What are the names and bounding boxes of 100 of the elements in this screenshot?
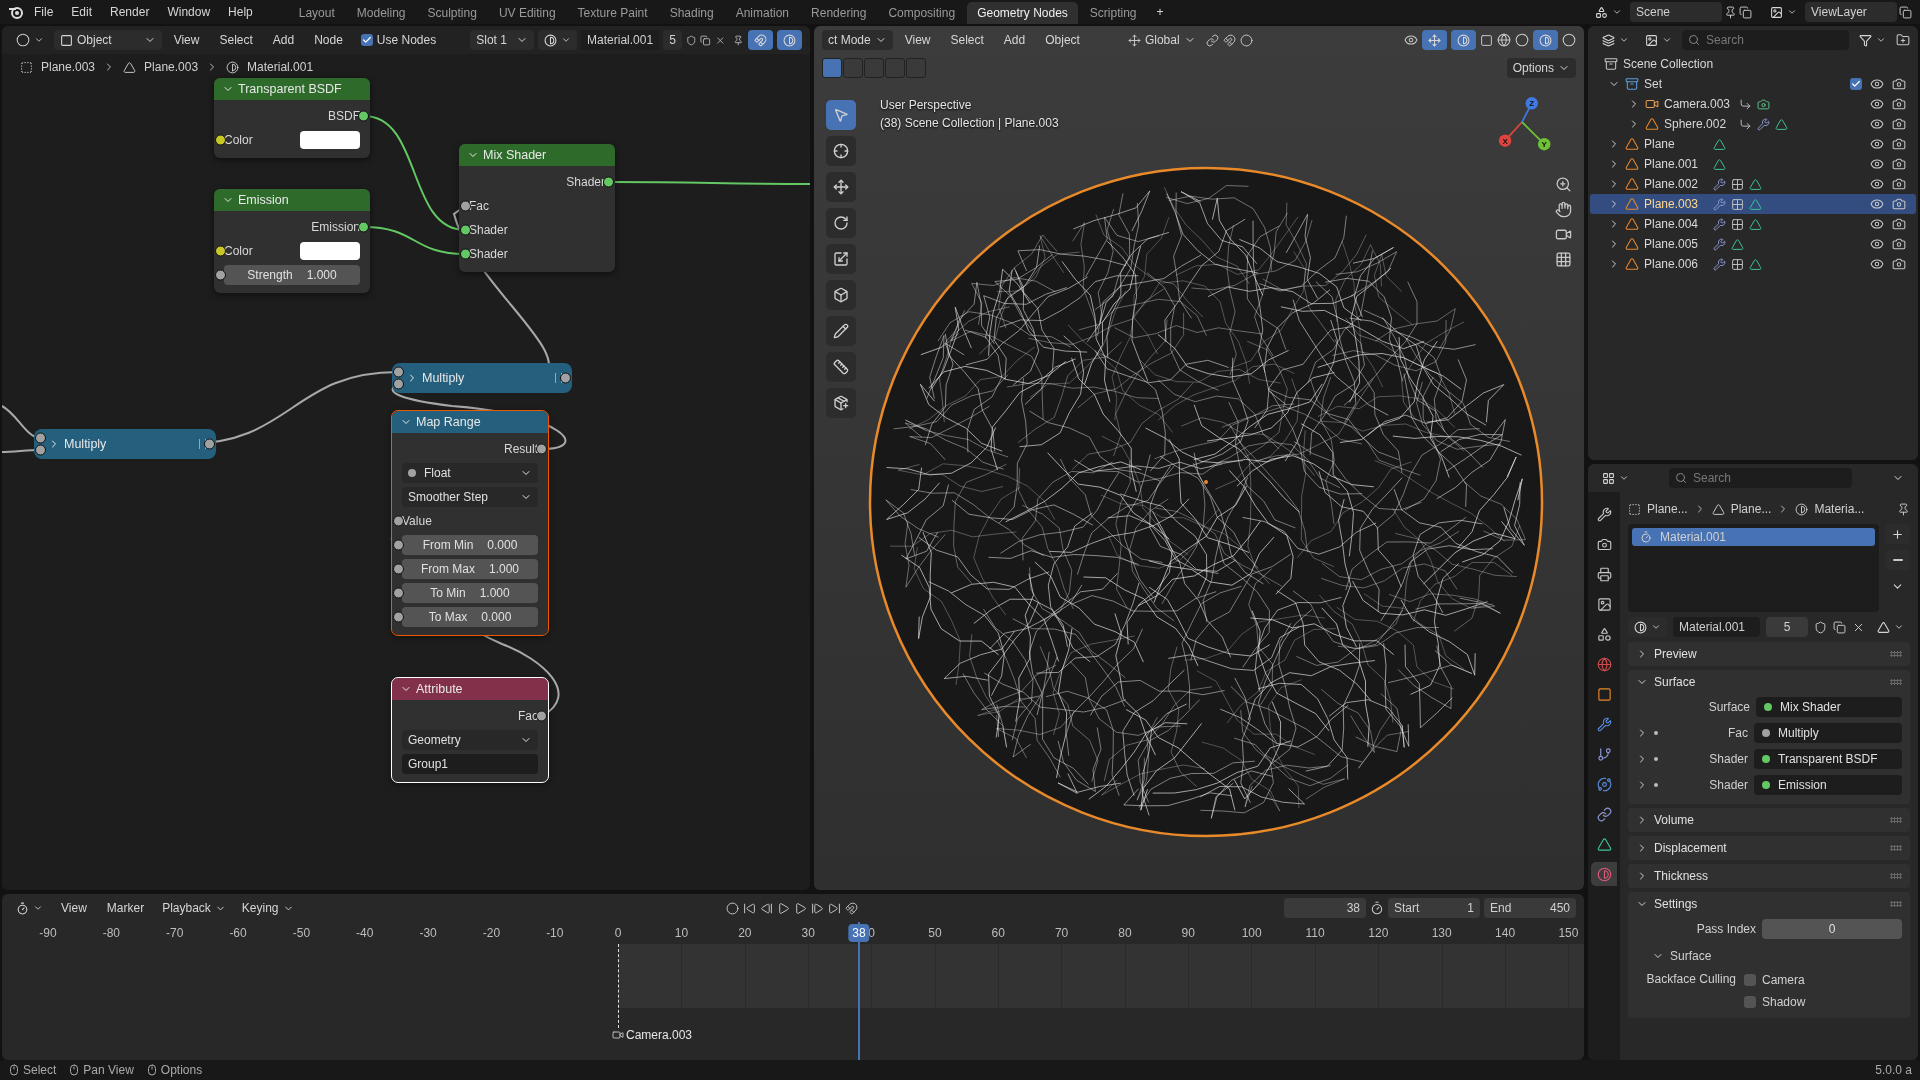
outliner-row[interactable]: Sphere.002: [1590, 114, 1916, 134]
panel-header[interactable]: Preview: [1628, 642, 1910, 666]
menu-item[interactable]: View: [53, 898, 95, 918]
workspace-tab[interactable]: Modeling: [346, 2, 416, 24]
options-dropdown[interactable]: Options: [1506, 58, 1576, 78]
outliner-row[interactable]: Set: [1590, 74, 1916, 94]
menu-item[interactable]: Marker: [98, 898, 153, 918]
menu-item[interactable]: Node: [306, 30, 351, 50]
user-count[interactable]: 5: [1766, 617, 1808, 637]
material-name-field[interactable]: Material.001: [581, 30, 660, 50]
search-field[interactable]: Search: [1682, 30, 1849, 50]
menu-item[interactable]: Window: [159, 2, 219, 22]
breadcrumb-item[interactable]: Plane...: [1647, 502, 1688, 516]
number-field[interactable]: 0: [1762, 919, 1902, 939]
outliner-row[interactable]: Camera.003: [1590, 94, 1916, 114]
orientation-dropdown[interactable]: Global: [1121, 30, 1202, 50]
shader-node[interactable]: Emission Emission Color Strength 1.000: [214, 189, 370, 293]
breadcrumb-item[interactable]: Materia...: [1814, 502, 1865, 516]
slot-dropdown[interactable]: Slot 1: [470, 30, 535, 50]
start-frame-field[interactable]: Start 1: [1388, 898, 1480, 918]
outliner-row[interactable]: Scene Collection: [1590, 54, 1916, 74]
workspace-tab[interactable]: Geometry Nodes: [967, 2, 1078, 24]
node-header[interactable]: Attribute: [392, 678, 548, 700]
collapsed-node[interactable]: Multiply: [392, 363, 572, 393]
use-nodes-checkbox[interactable]: Use Nodes: [354, 30, 443, 50]
dropdown[interactable]: Geometry: [402, 730, 538, 750]
dropdown[interactable]: Float: [402, 463, 538, 483]
end-frame-field[interactable]: End 450: [1484, 898, 1576, 918]
panel-header[interactable]: Volume: [1628, 808, 1910, 832]
shader-node[interactable]: Mix Shader Shader Fac Shader Shader: [459, 144, 615, 272]
menu-item[interactable]: Object: [1037, 30, 1088, 50]
search-field[interactable]: Search: [1669, 468, 1852, 488]
menu-item[interactable]: Add: [264, 30, 303, 50]
workspace-tab[interactable]: Layout: [288, 2, 345, 24]
link-field[interactable]: Multiply: [1754, 723, 1902, 743]
value-field[interactable]: From Min 0.000: [402, 535, 538, 555]
marker-label[interactable]: Camera.003: [626, 1028, 693, 1042]
breadcrumb-item[interactable]: Plane.003: [144, 60, 199, 74]
menu-item[interactable]: Select: [211, 30, 261, 50]
panel-header[interactable]: Displacement: [1628, 836, 1910, 860]
material-name-field[interactable]: Material.001: [1673, 617, 1760, 637]
workspace-tab[interactable]: Animation: [725, 2, 800, 24]
breadcrumb-item[interactable]: Plane.003: [41, 60, 96, 74]
workspace-tab[interactable]: Compositing: [878, 2, 966, 24]
menu-item[interactable]: Edit: [63, 2, 101, 22]
outliner-row[interactable]: Plane.003: [1590, 194, 1916, 214]
outliner-row[interactable]: Plane.006: [1590, 254, 1916, 274]
text-field[interactable]: Group1: [402, 754, 538, 774]
outliner-row[interactable]: Plane: [1590, 134, 1916, 154]
node-header[interactable]: Mix Shader: [459, 144, 615, 166]
link-field[interactable]: Emission: [1754, 775, 1902, 795]
current-frame-field[interactable]: 38: [1284, 898, 1366, 918]
breadcrumb-item[interactable]: Material.001: [247, 60, 314, 74]
shader-node[interactable]: Transparent BSDF BSDF Color: [214, 78, 370, 158]
value-field[interactable]: Strength 1.000: [224, 265, 360, 285]
menu-item[interactable]: Add: [995, 30, 1034, 50]
menu-item[interactable]: Render: [102, 2, 158, 22]
dropdown[interactable]: Smoother Step: [402, 487, 538, 507]
workspace-tab[interactable]: UV Editing: [488, 2, 566, 24]
menu-dropdown[interactable]: Playback: [156, 898, 232, 918]
workspace-tab[interactable]: Shading: [659, 2, 724, 24]
playhead-frame[interactable]: 38: [848, 924, 870, 942]
checkbox[interactable]: Camera: [1744, 972, 1806, 988]
outliner-row[interactable]: Plane.004: [1590, 214, 1916, 234]
node-header[interactable]: Map Range: [392, 411, 548, 433]
workspace-tab[interactable]: Rendering: [801, 2, 877, 24]
object-dropdown[interactable]: Object: [54, 30, 162, 50]
menu-item[interactable]: File: [26, 2, 62, 22]
user-count[interactable]: 5: [663, 30, 682, 50]
mode-dropdown[interactable]: ct Mode: [822, 30, 893, 50]
subpanel-header[interactable]: Surface: [1636, 944, 1902, 968]
gizmo-axis[interactable]: Z: [1521, 97, 1538, 123]
shader-node[interactable]: Attribute Fac Geometry Group1: [392, 678, 548, 782]
view-layer-field[interactable]: ViewLayer: [1805, 2, 1897, 22]
node-header[interactable]: Transparent BSDF: [214, 78, 370, 100]
node-header[interactable]: Emission: [214, 189, 370, 211]
value-field[interactable]: From Max 1.000: [402, 559, 538, 579]
outliner-row[interactable]: Plane.001: [1590, 154, 1916, 174]
panel-header[interactable]: Surface: [1628, 670, 1910, 694]
shader-node[interactable]: Map Range Result Float Smoother Step Value From Min 0.000 From Max 1.000 To Min 1.000 To Max 0.000: [392, 411, 548, 635]
outliner-row[interactable]: Plane.002: [1590, 174, 1916, 194]
workspace-tab[interactable]: Texture Paint: [567, 2, 658, 24]
checkbox[interactable]: Shadow: [1744, 994, 1806, 1010]
add-workspace-button[interactable]: +: [1148, 2, 1172, 22]
menu-item[interactable]: View: [165, 30, 208, 50]
menu-item[interactable]: Select: [942, 30, 992, 50]
value-field[interactable]: To Max 0.000: [402, 607, 538, 627]
menu-dropdown[interactable]: Keying: [235, 898, 300, 918]
menu-item[interactable]: View: [896, 30, 939, 50]
breadcrumb-item[interactable]: Plane...: [1730, 502, 1772, 516]
workspace-tab[interactable]: Sculpting: [417, 2, 487, 24]
gizmo-axis[interactable]: Y: [1521, 121, 1551, 151]
collapsed-node[interactable]: Multiply: [34, 429, 216, 459]
outliner-row[interactable]: Plane.005: [1590, 234, 1916, 254]
link-field[interactable]: Mix Shader: [1756, 697, 1902, 717]
link-field[interactable]: Transparent BSDF: [1754, 749, 1902, 769]
panel-header[interactable]: Settings: [1628, 892, 1910, 916]
panel-header[interactable]: Thickness: [1628, 864, 1910, 888]
workspace-tab[interactable]: Scripting: [1079, 2, 1147, 24]
gizmo-axis[interactable]: X: [1498, 121, 1523, 147]
